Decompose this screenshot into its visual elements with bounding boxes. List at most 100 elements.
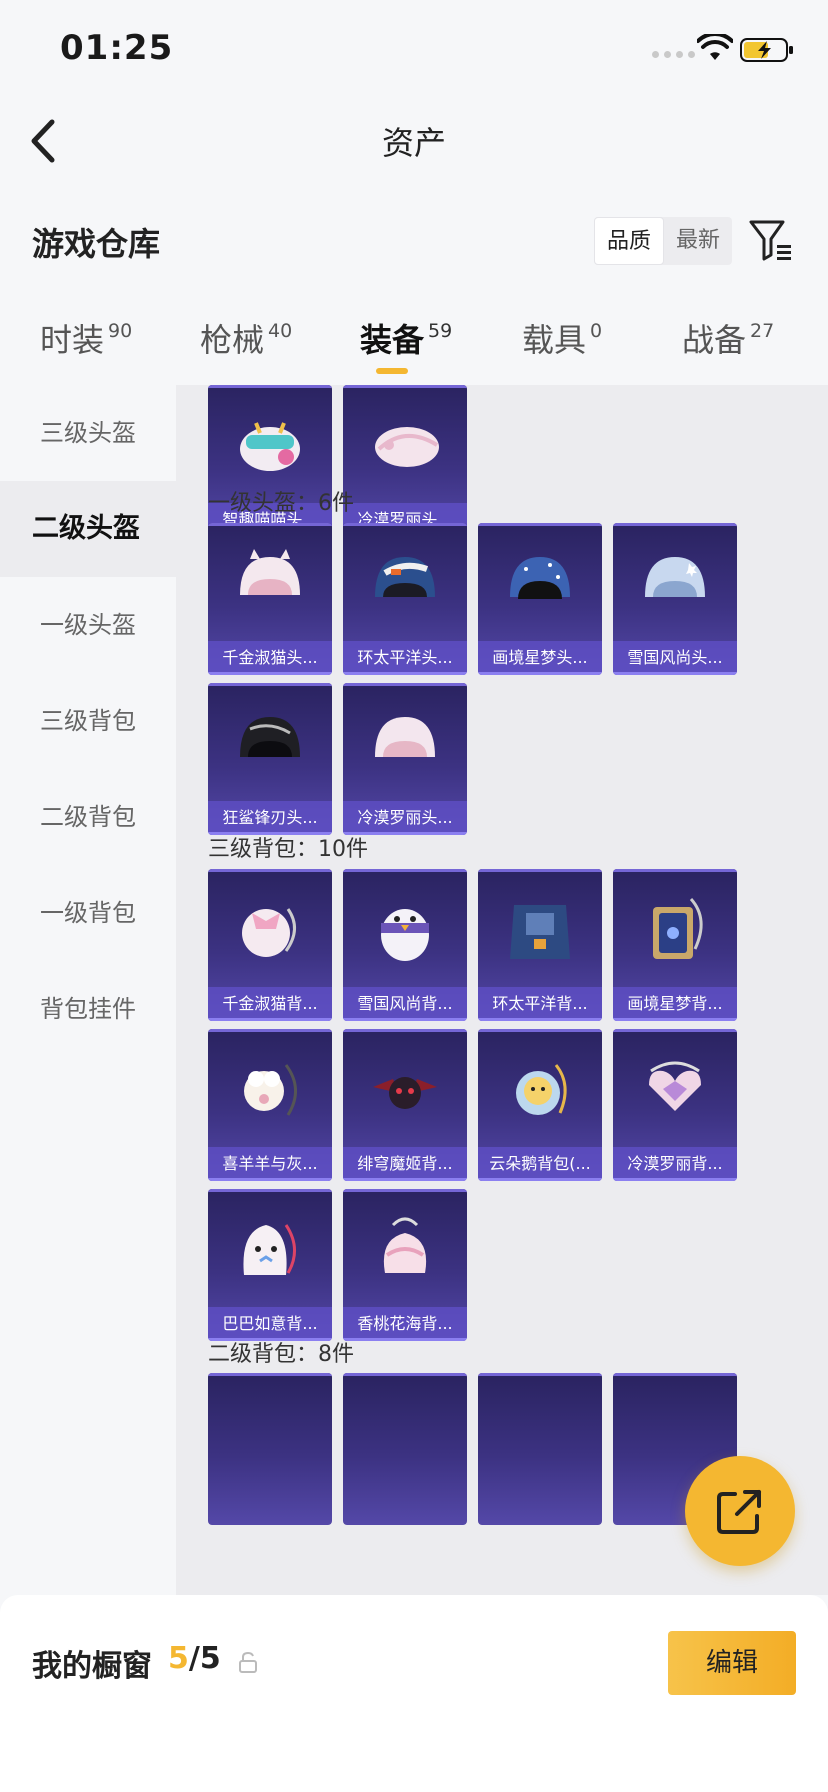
tab-label: 枪械 — [200, 321, 265, 359]
section-title-level2-backpack: 二级背包：8件 — [208, 1342, 354, 1367]
warehouse-header: 游戏仓库 品质 最新 — [0, 205, 828, 275]
helmet-icon — [240, 549, 300, 595]
tab-label: 时装 — [40, 321, 105, 359]
item-card[interactable]: 千金淑猫背... — [208, 869, 332, 1021]
section-title-level1-helmet: 一级头盔：6件 — [208, 491, 354, 516]
helmet-icon — [375, 557, 435, 597]
helmet-icon — [240, 422, 300, 471]
helmet-icon — [510, 557, 570, 599]
sidebar-item-level2-backpack[interactable]: 二级背包 — [0, 769, 176, 865]
edit-button[interactable]: 编辑 — [668, 1631, 796, 1695]
tab-count: 90 — [108, 320, 133, 342]
share-button[interactable] — [685, 1456, 795, 1566]
item-name: 环太平洋背... — [478, 987, 602, 1021]
backpack-icon — [244, 1064, 297, 1116]
showcase-total: /5 — [188, 1641, 221, 1676]
item-name: 绯穹魔姬背... — [343, 1147, 467, 1181]
backpack-icon — [243, 1224, 296, 1275]
item-card[interactable]: 环太平洋背... — [478, 869, 602, 1021]
item-card[interactable]: 冷漠罗丽头... — [343, 683, 467, 835]
sort-toggle: 品质 最新 — [594, 217, 732, 265]
backpack-icon — [242, 908, 296, 957]
item-name: 冷漠罗丽头... — [343, 801, 467, 835]
item-card[interactable]: 喜羊羊与灰... — [208, 1029, 332, 1181]
item-name: 雪国风尚背... — [343, 987, 467, 1021]
tab-label: 战备 — [682, 321, 747, 359]
lock-icon — [239, 1651, 257, 1673]
share-icon — [717, 1490, 761, 1534]
item-name: 狂鲨锋刃头... — [208, 801, 332, 835]
item-grid: 智趣喵喵头... 冷漠罗丽头... 一级头盔：6件 千金淑猫头... 环太平洋头… — [176, 385, 828, 1595]
item-card[interactable]: 香桃花海背... — [343, 1189, 467, 1341]
sidebar-item-backpack-charm[interactable]: 背包挂件 — [0, 961, 176, 1057]
item-card[interactable]: 狂鲨锋刃头... — [208, 683, 332, 835]
item-name: 雪国风尚头... — [613, 641, 737, 675]
tab-count: 27 — [750, 320, 775, 342]
sidebar-item-level3-backpack[interactable]: 三级背包 — [0, 673, 176, 769]
item-name: 冷漠罗丽背... — [613, 1147, 737, 1181]
item-name: 云朵鹅背包(... — [478, 1147, 602, 1181]
tab-supplies[interactable]: 战备 27 — [682, 315, 774, 361]
wifi-icon — [697, 34, 733, 60]
showcase-bar: 我的橱窗 5/5 编辑 — [0, 1595, 828, 1792]
item-card[interactable]: 雪国风尚头... — [613, 523, 737, 675]
backpack-icon — [653, 897, 703, 959]
backpack-icon — [516, 1064, 567, 1115]
tab-fashion[interactable]: 时装 90 — [40, 315, 132, 361]
item-card[interactable] — [208, 1373, 332, 1525]
helmet-icon — [375, 717, 435, 757]
item-name: 香桃花海背... — [343, 1307, 467, 1341]
helmet-icon — [645, 557, 705, 597]
showcase-current: 5 — [168, 1641, 189, 1676]
item-card[interactable] — [343, 1373, 467, 1525]
tab-label: 载具 — [522, 321, 587, 359]
tab-count: 40 — [268, 320, 293, 342]
tab-count: 59 — [428, 320, 453, 342]
item-name: 喜羊羊与灰... — [208, 1147, 332, 1181]
helmet-icon — [375, 427, 439, 467]
item-card[interactable]: 千金淑猫头... — [208, 523, 332, 675]
item-card[interactable]: 冷漠罗丽头... — [343, 385, 467, 537]
nav-bar: 资产 — [0, 100, 828, 180]
item-card[interactable]: 雪国风尚背... — [343, 869, 467, 1021]
category-tabs: 时装 90 枪械 40 装备 59 载具 0 战备 27 — [0, 305, 828, 385]
sidebar-item-level1-helmet[interactable]: 一级头盔 — [0, 577, 176, 673]
item-name: 画境星梦背... — [613, 987, 737, 1021]
signal-icon — [652, 51, 695, 58]
item-name: 千金淑猫背... — [208, 987, 332, 1021]
backpack-icon — [649, 1061, 701, 1111]
item-card[interactable] — [478, 1373, 602, 1525]
showcase-count: 5/5 — [168, 1641, 221, 1676]
helmet-icon — [240, 717, 300, 757]
warehouse-title: 游戏仓库 — [32, 225, 161, 263]
item-name: 千金淑猫头... — [208, 641, 332, 675]
item-card[interactable]: 绯穹魔姬背... — [343, 1029, 467, 1181]
sidebar-item-level2-helmet[interactable]: 二级头盔 — [0, 481, 176, 577]
item-card[interactable]: 画境星梦背... — [613, 869, 737, 1021]
section-title-level3-backpack: 三级背包：10件 — [208, 837, 368, 862]
status-time: 01:25 — [60, 28, 174, 68]
backpack-icon — [383, 1217, 427, 1273]
item-card[interactable]: 环太平洋头... — [343, 523, 467, 675]
sidebar-item-level1-backpack[interactable]: 一级背包 — [0, 865, 176, 961]
tab-vehicles[interactable]: 载具 0 — [522, 315, 602, 361]
item-name: 画境星梦头... — [478, 641, 602, 675]
filter-icon[interactable] — [748, 217, 794, 263]
tab-label: 装备 — [360, 321, 425, 359]
sidebar-item-level3-helmet[interactable]: 三级头盔 — [0, 385, 176, 481]
showcase-label: 我的橱窗 — [32, 1649, 152, 1684]
status-bar: 01:25 — [0, 0, 828, 100]
tab-firearms[interactable]: 枪械 40 — [200, 315, 292, 361]
item-card[interactable]: 云朵鹅背包(... — [478, 1029, 602, 1181]
item-card[interactable]: 冷漠罗丽背... — [613, 1029, 737, 1181]
tab-active-indicator — [376, 368, 408, 374]
page-title: 资产 — [381, 124, 446, 162]
backpack-icon — [510, 905, 570, 959]
sort-quality-button[interactable]: 品质 — [594, 217, 664, 265]
item-card[interactable]: 巴巴如意背... — [208, 1189, 332, 1341]
tab-equipment[interactable]: 装备 59 — [360, 315, 452, 361]
sort-newest-button[interactable]: 最新 — [664, 217, 732, 265]
sidebar: 三级头盔 二级头盔 一级头盔 三级背包 二级背包 一级背包 背包挂件 — [0, 385, 176, 1595]
item-card[interactable]: 画境星梦头... — [478, 523, 602, 675]
backpack-icon — [373, 1077, 437, 1109]
